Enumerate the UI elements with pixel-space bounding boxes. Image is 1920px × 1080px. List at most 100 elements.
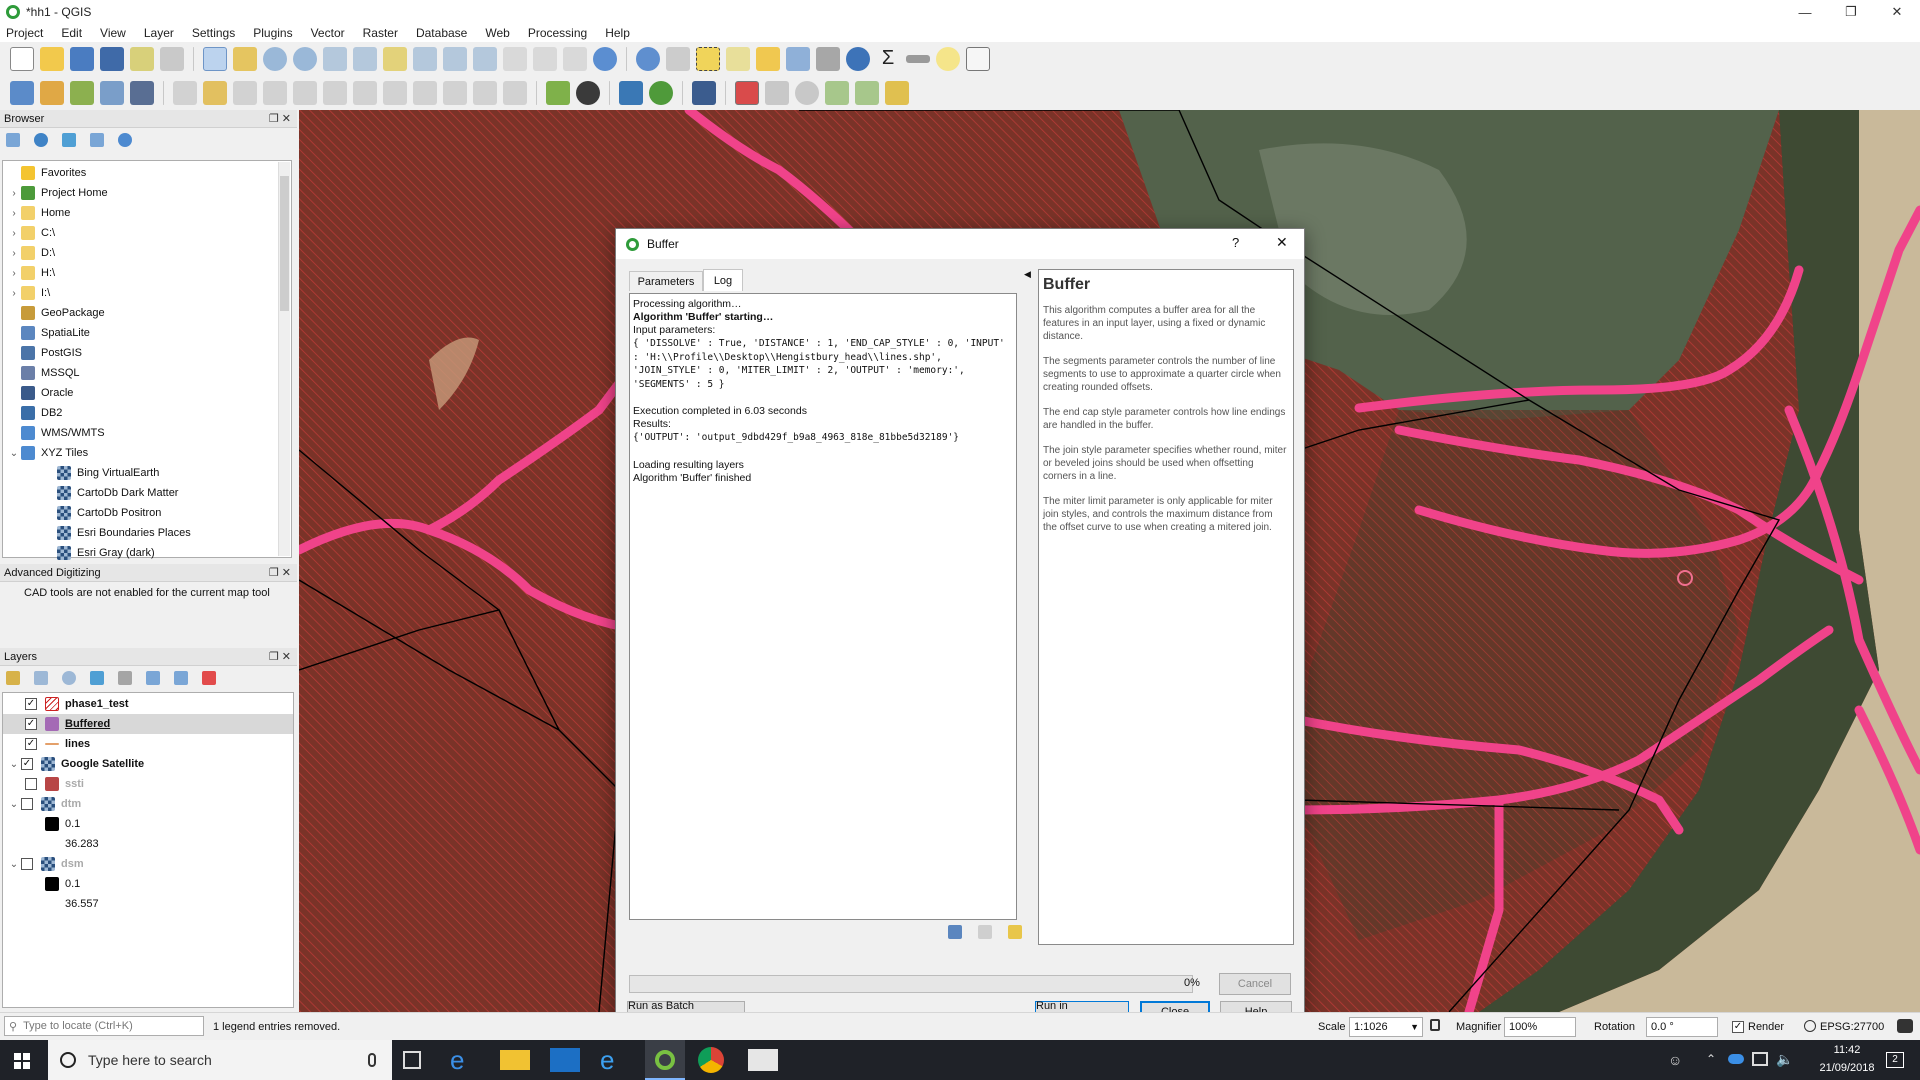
browser-item[interactable]: › D:\ (3, 243, 291, 263)
ie-icon[interactable]: e (600, 1046, 630, 1074)
snapping-magnet-icon[interactable] (735, 81, 759, 105)
layout-manager-icon[interactable] (130, 47, 154, 71)
browser-item[interactable]: SpatiaLite (3, 323, 291, 343)
layer-visibility-checkbox[interactable] (25, 778, 37, 790)
chevron-right-icon[interactable]: › (7, 288, 21, 299)
browser-item[interactable]: WMS/WMTS (3, 423, 291, 443)
menu-view[interactable]: View (100, 26, 126, 40)
collapse-all-layers-icon[interactable] (174, 671, 188, 685)
chevron-down-icon[interactable]: ⌄ (7, 759, 21, 770)
processing-toolbox-icon[interactable] (846, 47, 870, 71)
layer-row-lines[interactable]: ✓ lines (3, 734, 293, 754)
identify-icon[interactable] (636, 47, 660, 71)
layer-row-dtm[interactable]: ⌄ dtm (3, 794, 293, 814)
deselect-icon[interactable] (756, 47, 780, 71)
layer-row-dsm[interactable]: ⌄ dsm (3, 854, 293, 874)
browser-item[interactable]: ⌄ XYZ Tiles (3, 443, 291, 463)
delete-selected-icon[interactable] (353, 81, 377, 105)
copy-log-icon[interactable] (978, 925, 992, 939)
rotation-spinbox[interactable]: 0.0 ° (1646, 1017, 1718, 1037)
locator-field[interactable]: ⚲ Type to locate (Ctrl+K) (4, 1016, 204, 1036)
layer-row-buffered[interactable]: ✓ Buffered (3, 714, 293, 734)
layer-visibility-checkbox[interactable] (21, 798, 33, 810)
edge-icon[interactable]: e (450, 1046, 480, 1074)
add-virtual-layer-icon[interactable] (100, 81, 124, 105)
dialog-help-icon[interactable]: ? (1232, 235, 1239, 250)
chrome-icon[interactable] (698, 1047, 724, 1073)
browser-item[interactable]: Esri Boundaries Places (3, 523, 291, 543)
minimize-button[interactable]: — (1782, 0, 1828, 24)
menu-plugins[interactable]: Plugins (253, 26, 292, 40)
show-bookmarks-icon[interactable] (563, 47, 587, 71)
chevron-right-icon[interactable]: › (7, 228, 21, 239)
modify-attributes-icon[interactable] (323, 81, 347, 105)
zoom-next-icon[interactable] (473, 47, 497, 71)
onedrive-icon[interactable] (1728, 1054, 1744, 1064)
clock-date[interactable]: 21/09/2018 (1812, 1062, 1882, 1074)
dialog-close-icon[interactable]: ✕ (1276, 234, 1288, 251)
cancel-button[interactable]: Cancel (1219, 973, 1291, 995)
volume-icon[interactable]: 🔈 (1776, 1051, 1793, 1068)
microphone-icon[interactable] (368, 1053, 376, 1067)
advanced-tracing-icon[interactable] (885, 81, 909, 105)
layer-row-ssti[interactable]: ssti (3, 774, 293, 794)
snapping-mode-icon[interactable] (765, 81, 789, 105)
new-temp-layer-icon[interactable] (130, 81, 154, 105)
browser-item[interactable]: › Home (3, 203, 291, 223)
attribute-table-icon[interactable] (786, 47, 810, 71)
notification-center-icon[interactable]: 2 (1886, 1052, 1904, 1068)
refresh-icon[interactable] (593, 47, 617, 71)
task-view-icon[interactable] (403, 1051, 421, 1069)
undo-icon[interactable] (473, 81, 497, 105)
field-calculator-icon[interactable] (816, 47, 840, 71)
filter-browser-icon[interactable] (62, 133, 76, 147)
menu-processing[interactable]: Processing (528, 26, 587, 40)
crs-globe-icon[interactable] (1804, 1020, 1816, 1032)
layer-row-phase1-test[interactable]: ✓ phase1_test (3, 694, 293, 714)
restore-button[interactable]: ❐ (1828, 0, 1874, 24)
cut-features-icon[interactable] (383, 81, 407, 105)
topological-editing-icon[interactable] (795, 81, 819, 105)
paste-features-icon[interactable] (443, 81, 467, 105)
lock-scale-icon[interactable] (1430, 1019, 1440, 1031)
add-group-icon[interactable] (34, 671, 48, 685)
windows-start-icon[interactable] (14, 1053, 30, 1069)
add-vector-icon[interactable] (70, 81, 94, 105)
layer-visibility-checkbox[interactable]: ✓ (21, 758, 33, 770)
browser-scrollbar[interactable] (278, 162, 290, 556)
outlook-icon[interactable] (550, 1048, 580, 1072)
chevron-right-icon[interactable]: › (7, 208, 21, 219)
chevron-down-icon[interactable]: ⌄ (7, 859, 21, 870)
browser-item[interactable]: Favorites (3, 163, 291, 183)
file-explorer-icon[interactable] (500, 1050, 530, 1070)
tracing-icon[interactable] (855, 81, 879, 105)
qms-icon[interactable] (576, 81, 600, 105)
save-edits-icon[interactable] (233, 81, 257, 105)
chevron-right-icon[interactable]: › (7, 248, 21, 259)
snap-intersection-icon[interactable] (825, 81, 849, 105)
clear-log-icon[interactable] (1008, 925, 1022, 939)
chevron-down-icon[interactable]: ⌄ (7, 799, 21, 810)
taskbar-search[interactable]: Type here to search (48, 1040, 392, 1080)
refresh-browser-icon[interactable] (34, 133, 48, 147)
collapse-help-icon[interactable]: ◀ (1024, 269, 1031, 280)
zoom-native-icon[interactable] (323, 47, 347, 71)
data-source-manager-icon[interactable] (10, 81, 34, 105)
log-output[interactable]: Processing algorithm… Algorithm 'Buffer'… (629, 293, 1017, 920)
tab-parameters[interactable]: Parameters (629, 271, 703, 291)
crs-label[interactable]: EPSG:27700 (1820, 1021, 1884, 1033)
browser-item[interactable]: Oracle (3, 383, 291, 403)
browser-item[interactable]: PostGIS (3, 343, 291, 363)
zoom-selection-icon[interactable] (383, 47, 407, 71)
zoom-layer-icon[interactable] (413, 47, 437, 71)
browser-item[interactable]: Bing VirtualEarth (3, 463, 291, 483)
browser-tree[interactable]: Favorites › Project Home › Home › C:\ › D:\ › H:\ ›… (2, 160, 292, 560)
menu-web[interactable]: Web (485, 26, 509, 40)
clock-time[interactable]: 11:42 (1822, 1044, 1872, 1056)
vertex-tool-icon[interactable] (293, 81, 317, 105)
show-hidden-icons[interactable]: ⌃ (1706, 1052, 1716, 1066)
current-edits-icon[interactable] (173, 81, 197, 105)
select-features-icon[interactable] (696, 47, 720, 71)
browser-item[interactable]: › I:\ (3, 283, 291, 303)
remove-layer-icon[interactable] (202, 671, 216, 685)
